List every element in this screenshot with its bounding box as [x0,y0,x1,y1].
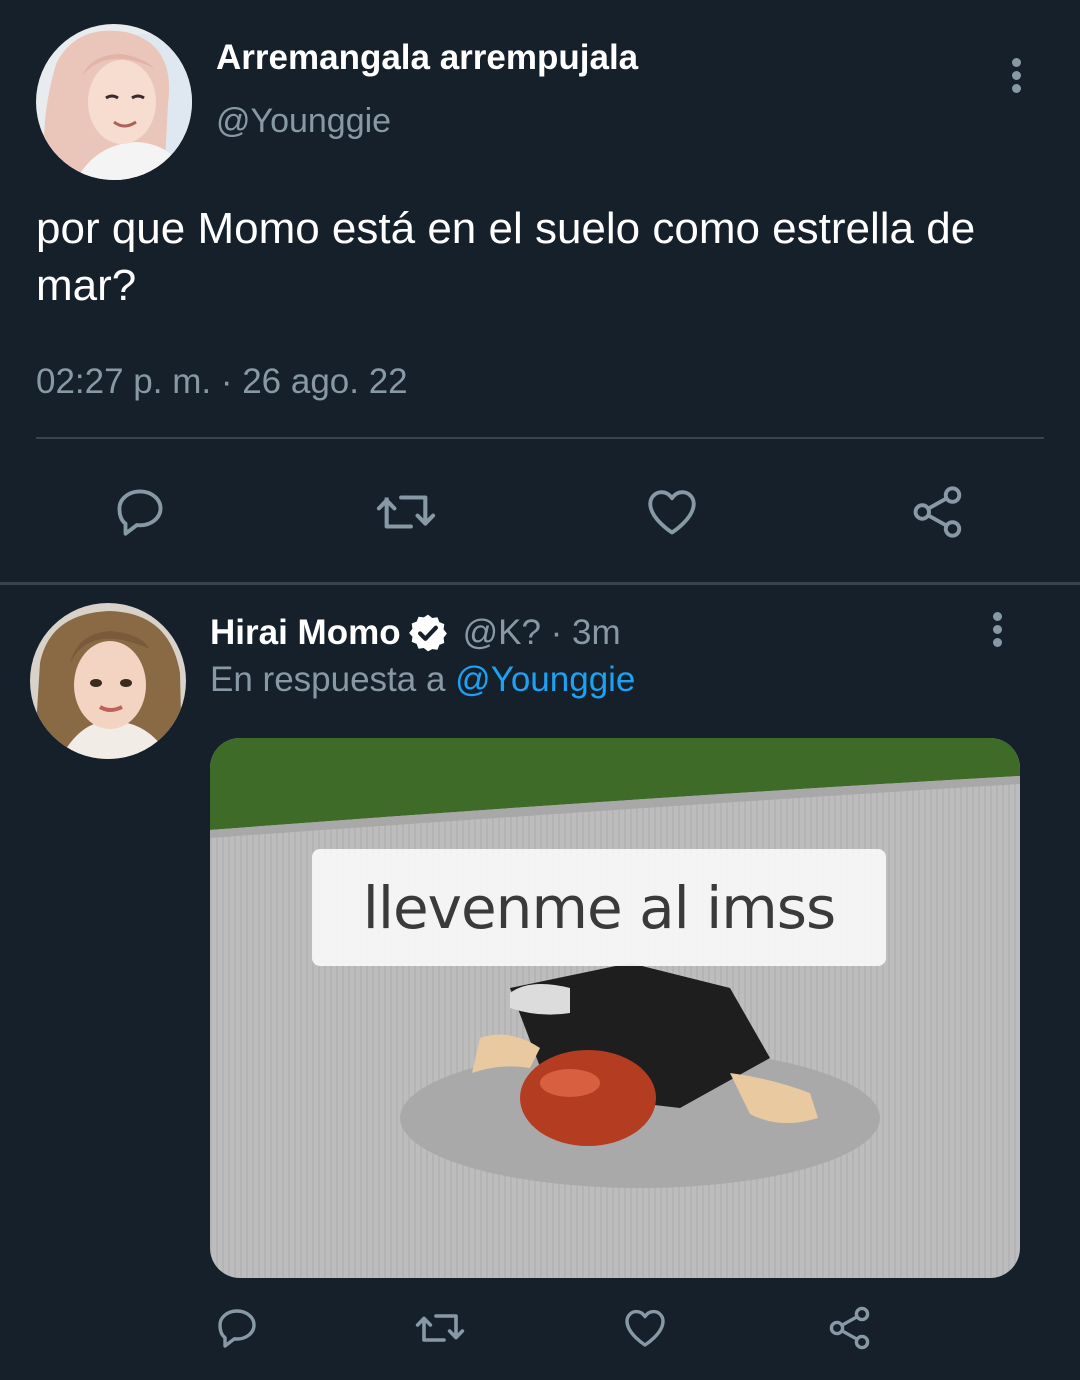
author-avatar[interactable] [36,24,192,180]
tweet-timestamp[interactable]: 02:27 p. m. · 26 ago. 22 [36,362,408,402]
reply-author-name[interactable]: Hirai Momo [210,613,401,653]
reply-like-button[interactable] [605,1288,685,1368]
share-icon [829,1306,870,1350]
reply-author-handle[interactable]: @K? · 3m [463,613,621,653]
reply-header: Hirai Momo @K? · 3m [210,612,621,654]
share-button[interactable] [898,472,978,552]
reply-author-avatar[interactable] [30,603,186,759]
reply-reply-button[interactable] [197,1288,277,1368]
more-vertical-icon[interactable] [1002,56,1032,96]
author-handle[interactable]: @Younggie [216,102,391,141]
reply-icon [117,489,163,536]
avatar-photo [36,24,192,180]
avatar-photo [30,603,186,759]
author-name[interactable]: Arremangala arrempujala [216,38,638,78]
heart-icon [648,490,696,535]
tweet-text: por que Momo está en el suelo como estre… [36,204,976,310]
reply-to-link[interactable]: @Younggie [455,660,635,699]
retweet-icon [376,495,436,529]
retweet-icon [415,1314,465,1342]
reply-retweet-button[interactable] [400,1288,480,1368]
reply-media-image[interactable]: llevenme al imss [210,738,1020,1278]
retweet-button[interactable] [366,472,446,552]
more-vertical-icon[interactable] [983,610,1013,650]
meme-caption: llevenme al imss [312,849,886,966]
heart-icon [625,1309,665,1347]
reply-to-prefix: En respuesta a [210,660,446,699]
like-button[interactable] [632,472,712,552]
section-divider [0,582,1080,585]
meme-image [210,738,1020,1278]
reply-button[interactable] [100,472,180,552]
share-icon [913,486,962,538]
reply-time: 3m [572,613,621,652]
reply-icon [218,1309,256,1348]
divider [36,437,1044,439]
reply-share-button[interactable] [810,1288,890,1368]
verified-badge-icon [407,612,449,654]
reply-to-line: En respuesta a @Younggie [210,660,635,700]
